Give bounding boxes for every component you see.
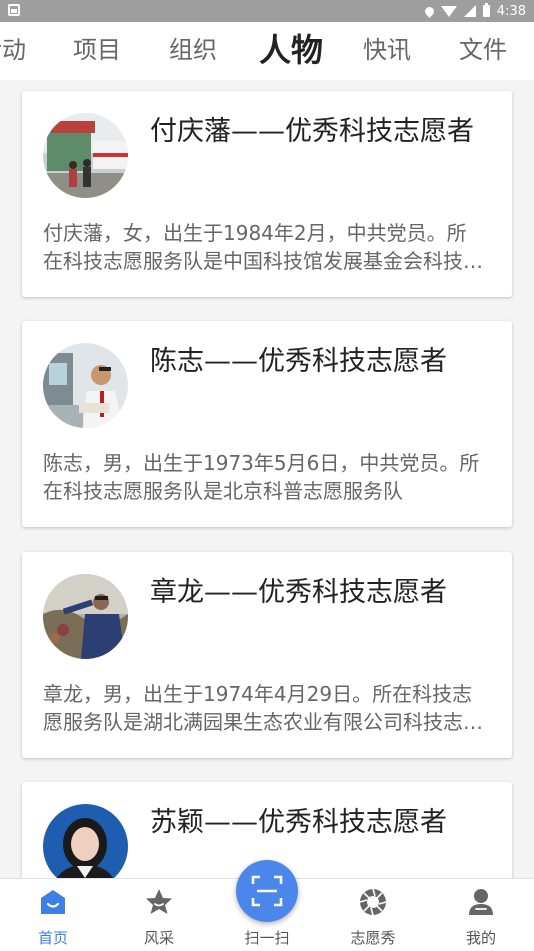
category-tabs: 活动 项目 组织 人物 快讯 文件 — [0, 22, 534, 80]
nav-mine-label: 我的 — [465, 929, 496, 947]
avatar — [43, 343, 128, 428]
location-icon — [422, 4, 436, 18]
nav-home[interactable]: 首页 — [0, 879, 106, 951]
tab-activity[interactable]: 活动 — [0, 22, 26, 80]
nav-mine[interactable]: 我的 — [428, 879, 534, 951]
avatar — [43, 804, 128, 878]
people-list: 付庆藩——优秀科技志愿者 付庆藩，女，出生于1984年2月，中共党员。所在科技志… — [0, 80, 534, 878]
person-description: 章龙，男，出生于1974年4月29日。所在科技志愿服务队是湖北满园果生态农业有限… — [43, 682, 483, 734]
person-name-title: 苏颖——优秀科技志愿者 — [150, 807, 447, 838]
status-bar: 4:38 — [0, 0, 534, 22]
tab-news[interactable]: 快讯 — [363, 22, 411, 80]
scan-icon — [251, 875, 283, 907]
wifi-icon — [440, 5, 457, 17]
person-name-title: 章龙——优秀科技志愿者 — [150, 577, 447, 608]
nav-home-label: 首页 — [37, 929, 68, 947]
person-card[interactable]: 章龙——优秀科技志愿者 章龙，男，出生于1974年4月29日。所在科技志愿服务队… — [22, 552, 512, 758]
tab-people[interactable]: 人物 — [259, 22, 323, 80]
battery-icon — [482, 3, 490, 17]
person-name-title: 付庆藩——优秀科技志愿者 — [150, 116, 474, 147]
avatar — [43, 574, 128, 659]
person-card[interactable]: 陈志——优秀科技志愿者 陈志，男，出生于1973年5月6日，中共党员。所在科技志… — [22, 321, 512, 527]
scan-button[interactable] — [236, 860, 298, 922]
status-icons: 4:38 — [422, 2, 526, 20]
clock: 4:38 — [496, 3, 526, 19]
person-card[interactable]: 付庆藩——优秀科技志愿者 付庆藩，女，出生于1984年2月，中共党员。所在科技志… — [22, 91, 512, 297]
notification-icon — [8, 4, 20, 16]
nav-style-label: 风采 — [143, 929, 174, 947]
aperture-icon — [359, 888, 387, 916]
nav-scan-label: 扫一扫 — [244, 929, 290, 947]
tab-organizations[interactable]: 组织 — [169, 22, 217, 80]
home-icon — [41, 890, 65, 914]
star-icon — [146, 889, 172, 914]
nav-style[interactable]: 风采 — [106, 879, 212, 951]
person-description: 付庆藩，女，出生于1984年2月，中共党员。所在科技志愿服务队是中国科技馆发展基… — [43, 221, 483, 273]
person-description: 陈志，男，出生于1973年5月6日，中共党员。所在科技志愿服务队是北京科普志愿服… — [43, 451, 480, 503]
tab-projects[interactable]: 项目 — [73, 22, 121, 80]
person-icon — [469, 889, 493, 915]
nav-volunteer-show-label: 志愿秀 — [350, 929, 396, 947]
signal-icon — [463, 5, 476, 17]
avatar — [43, 113, 128, 198]
person-name-title: 陈志——优秀科技志愿者 — [150, 346, 447, 377]
nav-volunteer-show[interactable]: 志愿秀 — [320, 879, 426, 951]
tab-files[interactable]: 文件 — [459, 22, 507, 80]
